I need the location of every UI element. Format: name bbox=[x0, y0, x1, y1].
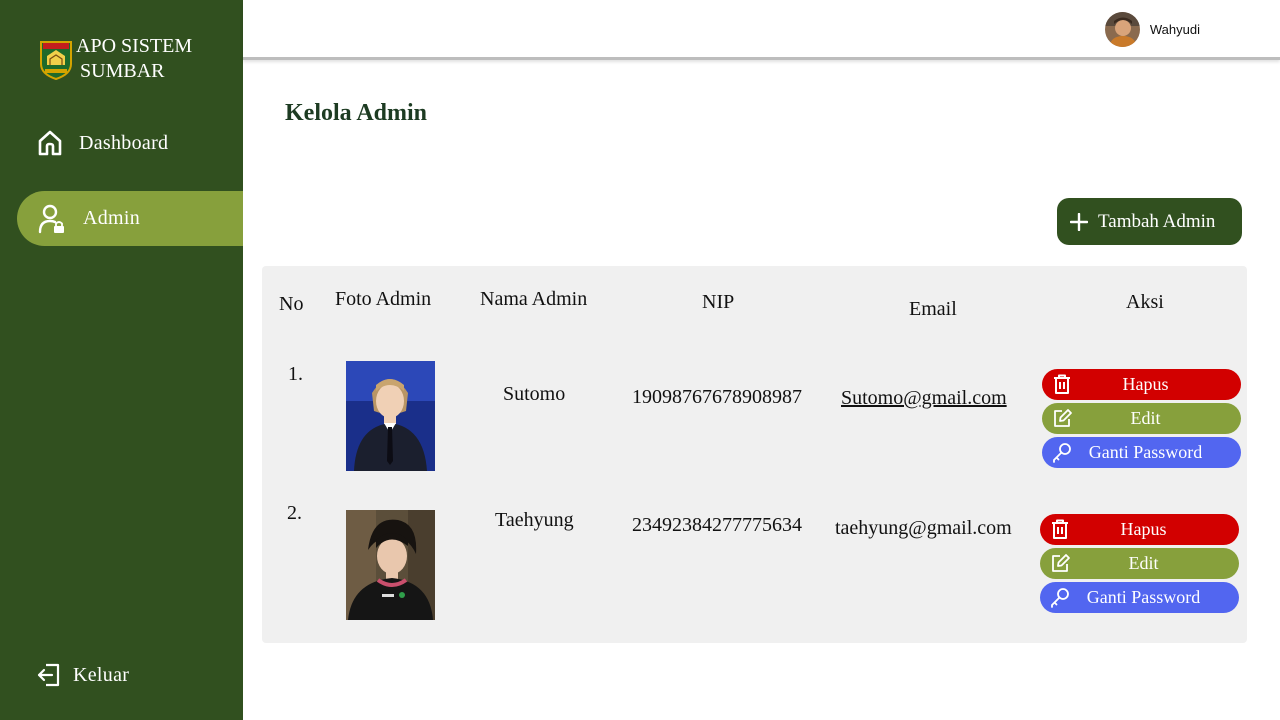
column-header-actions: Aksi bbox=[1126, 291, 1164, 313]
avatar bbox=[1104, 12, 1140, 47]
delete-button[interactable]: Hapus bbox=[1042, 369, 1241, 400]
edit-button[interactable]: Edit bbox=[1040, 548, 1239, 579]
change-password-button[interactable]: Ganti Password bbox=[1042, 437, 1241, 468]
app-title-line2: SUMBAR bbox=[80, 60, 165, 82]
column-header-name: Nama Admin bbox=[480, 288, 588, 310]
trash-icon bbox=[1054, 374, 1070, 394]
admin-nip: 19098767678908987 bbox=[632, 386, 802, 408]
trash-icon bbox=[1052, 519, 1068, 539]
delete-button[interactable]: Hapus bbox=[1040, 514, 1239, 545]
app-title-line1: APO SISTEM bbox=[76, 35, 193, 57]
admin-table: No Foto Admin Nama Admin NIP Email Aksi … bbox=[262, 266, 1247, 643]
edit-icon bbox=[1052, 554, 1070, 572]
admin-email[interactable]: Sutomo@gmail.com bbox=[841, 387, 1007, 410]
add-admin-label: Tambah Admin bbox=[1098, 210, 1216, 232]
change-password-button[interactable]: Ganti Password bbox=[1040, 582, 1239, 613]
emblem-icon bbox=[40, 41, 72, 80]
column-header-no: No bbox=[279, 293, 304, 315]
top-bar: Wahyudi bbox=[243, 0, 1280, 60]
app-title: APO SISTEM SUMBAR bbox=[76, 34, 192, 84]
home-icon bbox=[38, 130, 62, 156]
sidebar-item-dashboard[interactable]: Dashboard bbox=[36, 126, 168, 160]
logout-icon bbox=[37, 663, 60, 687]
user-menu[interactable]: Wahyudi bbox=[1104, 12, 1200, 47]
admin-email[interactable]: taehyung@gmail.com bbox=[835, 517, 1012, 540]
sidebar-item-admin[interactable]: Admin bbox=[17, 191, 243, 246]
sidebar-item-label: Dashboard bbox=[79, 131, 169, 154]
edit-icon bbox=[1054, 409, 1072, 427]
column-header-photo: Foto Admin bbox=[335, 288, 432, 310]
key-icon bbox=[1053, 443, 1071, 463]
admin-nip: 23492384277775634 bbox=[632, 514, 802, 536]
admin-name: Taehyung bbox=[495, 509, 574, 531]
key-icon bbox=[1051, 588, 1069, 608]
sidebar: APO SISTEM SUMBAR Dashboard Admin Keluar bbox=[0, 0, 243, 720]
admin-photo bbox=[346, 510, 435, 620]
add-admin-button[interactable]: Tambah Admin bbox=[1057, 198, 1242, 245]
user-name: Wahyudi bbox=[1149, 22, 1200, 37]
logout-button[interactable]: Keluar bbox=[36, 660, 129, 690]
logout-label: Keluar bbox=[73, 663, 130, 686]
app-logo: APO SISTEM SUMBAR bbox=[38, 34, 192, 84]
page-title: Kelola Admin bbox=[285, 100, 428, 126]
column-header-email: Email bbox=[909, 298, 957, 320]
edit-button[interactable]: Edit bbox=[1042, 403, 1241, 434]
plus-icon bbox=[1070, 212, 1088, 231]
user-lock-icon bbox=[38, 204, 64, 233]
column-header-nip: NIP bbox=[702, 291, 735, 313]
row-number: 1. bbox=[288, 363, 303, 385]
admin-name: Sutomo bbox=[503, 383, 566, 405]
admin-photo bbox=[346, 361, 435, 471]
row-number: 2. bbox=[287, 502, 302, 524]
sidebar-item-label: Admin bbox=[83, 207, 141, 229]
